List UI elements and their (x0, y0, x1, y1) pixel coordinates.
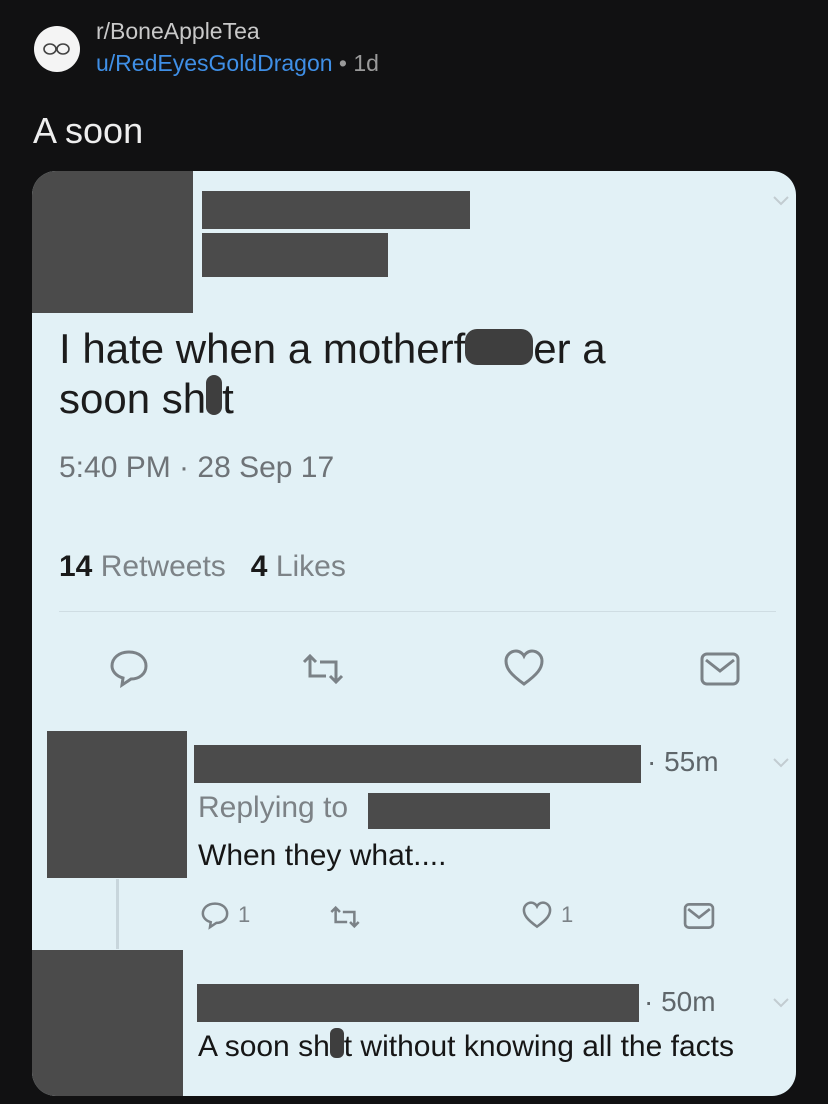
tweet-timestamp: 5:40 PM · 28 Sep 17 (59, 451, 335, 484)
redacted-avatar (47, 731, 187, 878)
reply-button[interactable] (108, 648, 150, 688)
heart-icon (522, 901, 552, 929)
subreddit-avatar[interactable] (34, 26, 80, 72)
retweet-button[interactable] (298, 652, 348, 686)
subreddit-name[interactable]: r/BoneAppleTea (96, 18, 260, 45)
replying-to-label: Replying to (198, 791, 349, 824)
post-age: 1d (353, 50, 379, 76)
tweet-stats: 14 Retweets 4 Likes (59, 550, 346, 584)
post-image[interactable]: I hate when a motherf er a soon sh t 5:40 … (32, 171, 796, 1096)
speech-bubble-icon (201, 902, 229, 930)
chevron-down-icon[interactable] (772, 757, 790, 769)
reply-text-part1: A soon sh (198, 1030, 330, 1063)
like-count: 1 (561, 902, 574, 927)
envelope-icon (683, 903, 715, 929)
like-button[interactable]: 1 (521, 900, 573, 930)
censor-blot (329, 1028, 344, 1058)
chevron-down-icon[interactable] (772, 195, 790, 207)
envelope-icon (700, 652, 740, 686)
retweet-icon (302, 653, 344, 685)
meta-separator: • (338, 50, 347, 76)
author-link[interactable]: u/RedEyesGoldDragon (96, 50, 333, 76)
tweet-text-line2-part1: soon sh (59, 375, 207, 422)
tweet-text-line2-part2: t (222, 375, 234, 422)
reply-button[interactable]: 1 (200, 900, 250, 930)
dm-button[interactable] (682, 901, 716, 931)
like-count: 4 (250, 550, 268, 583)
like-label: Likes (275, 550, 346, 583)
redacted-handle (202, 233, 388, 277)
retweet-icon (330, 905, 360, 929)
reply-text: When they what.... (198, 839, 447, 872)
post-title[interactable]: A soon (33, 110, 143, 152)
retweet-count: 14 (59, 550, 93, 583)
reply-count: 1 (238, 902, 251, 927)
thread-line (116, 879, 119, 949)
post-meta: u/RedEyesGoldDragon • 1d (96, 50, 379, 77)
redacted-name (194, 745, 641, 783)
reply-time: · 55m (647, 746, 719, 777)
censor-blot (465, 329, 534, 365)
redacted-avatar (32, 950, 183, 1096)
dm-button[interactable] (698, 650, 742, 688)
chevron-down-icon[interactable] (772, 997, 790, 1009)
divider (59, 611, 776, 612)
like-button[interactable] (502, 648, 546, 688)
redacted-avatar (32, 171, 193, 313)
speech-bubble-icon (110, 650, 148, 688)
reply-text: A soon sh t without knowing all the facts (198, 1028, 734, 1064)
tweet-text: I hate when a motherf er a soon sh t (59, 324, 606, 424)
redacted-name (202, 191, 470, 229)
reply-time: · 50m (644, 986, 716, 1017)
subreddit-logo-icon (43, 43, 70, 55)
retweet-label: Retweets (100, 550, 226, 583)
reply-text-part2: t without knowing all the facts (343, 1030, 734, 1063)
redacted-name (197, 984, 639, 1022)
censor-blot (206, 375, 223, 415)
heart-icon (504, 649, 544, 686)
redacted-handle (368, 793, 550, 829)
retweet-button[interactable] (327, 904, 363, 930)
tweet-text-part1: I hate when a motherf (59, 325, 466, 372)
tweet-text-part2: er a (533, 325, 606, 372)
